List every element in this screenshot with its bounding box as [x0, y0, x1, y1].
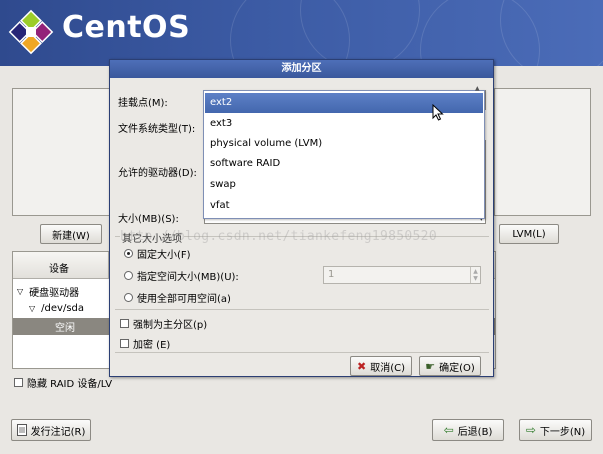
size-label: 大小(MB)(S):: [118, 214, 179, 225]
fill-all-radio[interactable]: 使用全部可用空间(a): [124, 290, 231, 305]
next-button[interactable]: ⇨ 下一步(N): [519, 419, 592, 441]
fs-option-raid[interactable]: software RAID: [205, 154, 483, 174]
encrypt-checkbox[interactable]: 加密 (E): [120, 336, 170, 351]
expand-icon[interactable]: ▽: [29, 304, 35, 313]
arrow-left-icon: ⇦: [443, 423, 454, 437]
back-button[interactable]: ⇦ 后退(B): [432, 419, 504, 441]
document-icon: [16, 424, 27, 436]
new-button[interactable]: 新建(W): [40, 224, 102, 244]
dialog-title: 添加分区: [110, 60, 493, 78]
release-notes-button[interactable]: 发行注记(R): [11, 419, 91, 441]
fs-option-lvm[interactable]: physical volume (LVM): [205, 134, 483, 154]
ok-hand-icon: ☛: [425, 359, 436, 373]
fs-type-label: 文件系统类型(T):: [118, 124, 196, 135]
cancel-button[interactable]: ✖ 取消(C): [350, 356, 412, 376]
arrow-right-icon: ⇨: [525, 423, 536, 437]
force-primary-checkbox[interactable]: 强制为主分区(p): [120, 316, 207, 331]
fixed-size-radio[interactable]: 固定大小(F): [124, 246, 191, 261]
centos-logo-icon: [8, 9, 54, 55]
header-banner: CentOS: [0, 0, 603, 66]
hide-raid-checkbox[interactable]: 隐藏 RAID 设备/LV: [14, 375, 112, 390]
mouse-cursor-icon: [432, 104, 444, 121]
close-icon: ✖: [356, 359, 367, 373]
dropdown-scroll-up-icon[interactable]: ▲: [475, 85, 480, 92]
expand-icon[interactable]: ▽: [17, 287, 23, 296]
fs-option-vfat[interactable]: vfat: [205, 196, 483, 216]
column-device: 设备: [49, 264, 69, 275]
disk-graph-area-right: [494, 88, 591, 216]
drives-label: 允许的驱动器(D):: [118, 168, 197, 179]
brand-name: CentOS: [62, 10, 191, 45]
fs-option-swap[interactable]: swap: [205, 175, 483, 195]
lvm-button[interactable]: LVM(L): [499, 224, 559, 244]
max-size-spinner[interactable]: 1 ▲ ▼: [323, 266, 481, 284]
watermark-text: http://blog.csdn.net/tiankefeng19850520: [120, 229, 437, 244]
ok-button[interactable]: ☛ 确定(O): [419, 356, 481, 376]
fill-to-size-radio[interactable]: 指定空间大小(MB)(U):: [124, 268, 239, 283]
mount-point-label: 挂载点(M):: [118, 98, 168, 109]
